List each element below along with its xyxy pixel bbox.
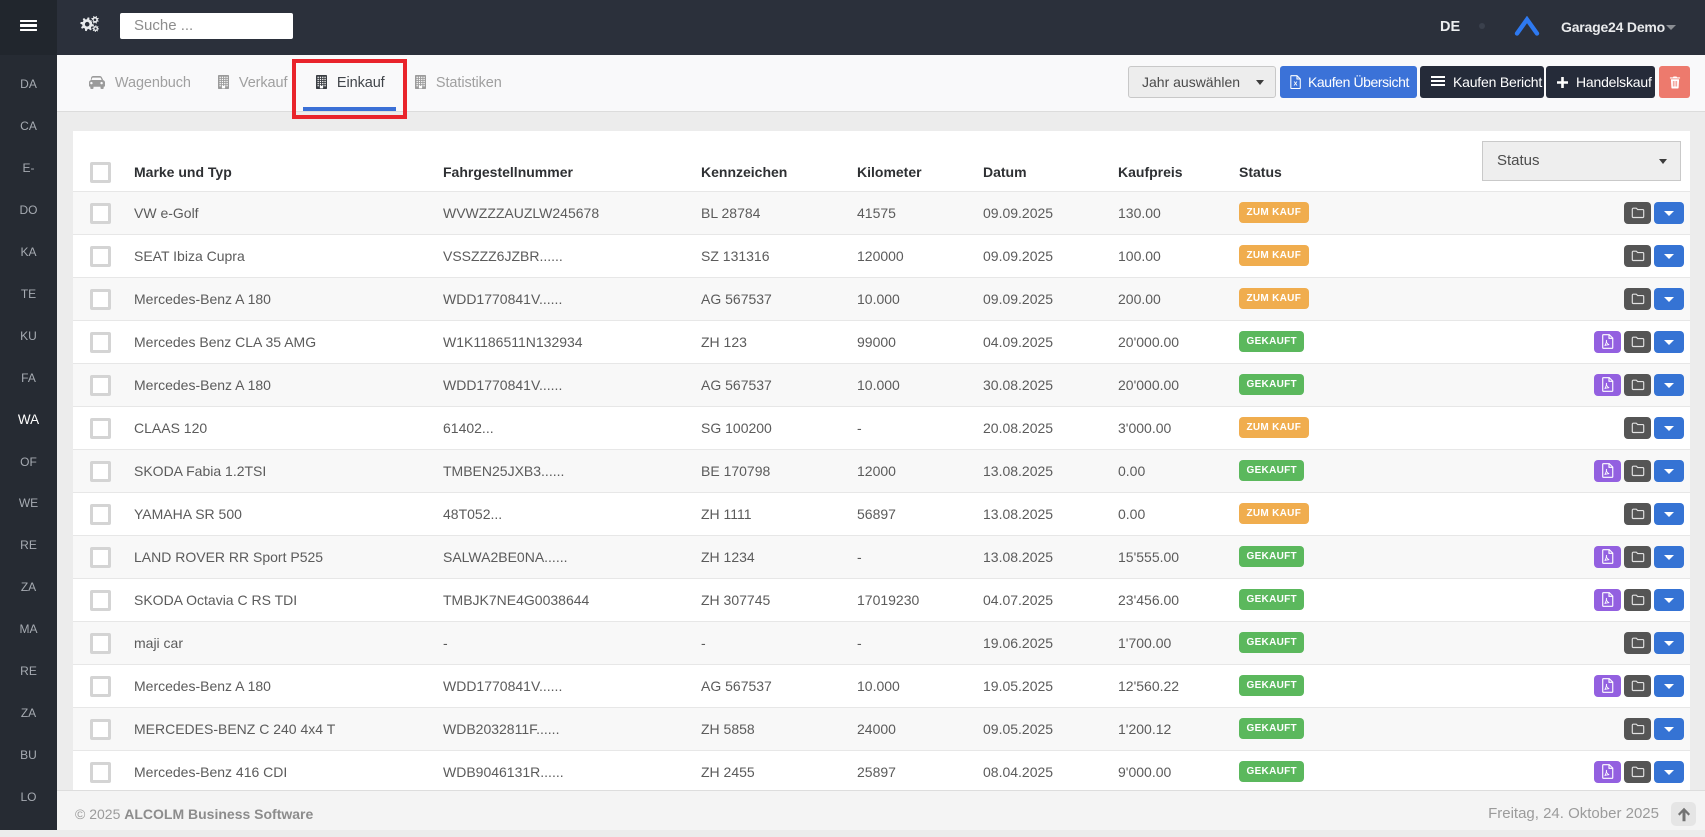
svg-text:x: x <box>1294 81 1298 88</box>
